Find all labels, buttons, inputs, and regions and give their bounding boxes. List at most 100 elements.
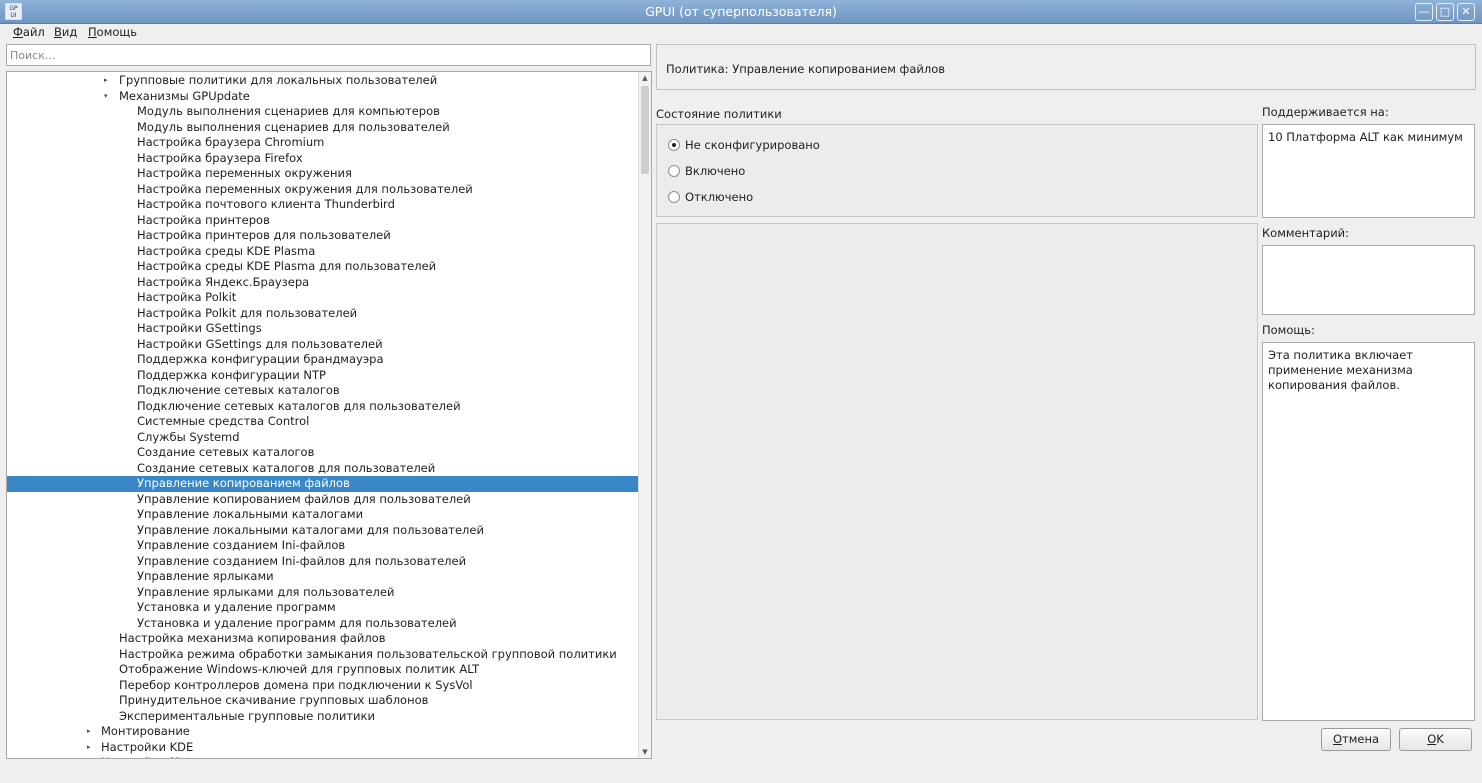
tree-item[interactable]: Настройка Яндекс.Браузера	[7, 275, 639, 291]
tree-item[interactable]: Настройка Polkit	[7, 290, 639, 306]
tree-item[interactable]: Управление ярлыками для пользователей	[7, 585, 639, 601]
tree-item[interactable]: Настройка механизма копирования файлов	[7, 631, 639, 647]
tree-item[interactable]: Создание сетевых каталогов	[7, 445, 639, 461]
tree-item[interactable]: Настройка почтового клиента Thunderbird	[7, 197, 639, 213]
tree-item[interactable]: ▸ Групповые политики для локальных пользо…	[7, 73, 639, 89]
tree-item[interactable]: Поддержка конфигурации брандмауэра	[7, 352, 639, 368]
tree-item-label: Создание сетевых каталогов для пользоват…	[137, 460, 436, 475]
tree-item[interactable]: Подключение сетевых каталогов для пользо…	[7, 399, 639, 415]
tree-item-label: Настройка среды KDE Plasma для пользоват…	[137, 259, 437, 273]
tree-scrollbar[interactable]: ▲ ▼	[638, 72, 651, 758]
radio-label: Отключено	[685, 190, 754, 204]
tree-item-label: Настройка режима обработки замыкания пол…	[119, 646, 617, 661]
tree-item-label: Настройка механизма копирования файлов	[119, 631, 386, 645]
tree-item[interactable]: ▾ Механизмы GPUpdate	[7, 89, 639, 105]
tree-item-label: Управление ярлыками	[137, 569, 274, 583]
tree-item[interactable]: Управление копированием файлов для польз…	[7, 492, 639, 508]
expanded-arrow-icon[interactable]: ▾	[104, 89, 108, 105]
tree-item-label: Установка и удаление программ для пользо…	[137, 615, 457, 630]
tree-item-label: Настройка браузера Chromium	[137, 135, 325, 149]
tree-item-label: Системные средства Control	[137, 414, 310, 428]
tree-item[interactable]: Системные средства Control	[7, 414, 639, 430]
help-box: Эта политика включает применение механиз…	[1262, 342, 1475, 721]
tree-item[interactable]: Настройка принтеров	[7, 213, 639, 229]
menu-help[interactable]: Помощь	[88, 25, 137, 39]
tree-item-label: Перебор контроллеров домена при подключе…	[119, 677, 473, 692]
tree-item[interactable]: Установка и удаление программ	[7, 600, 639, 616]
tree-item[interactable]: Управление созданием Ini-файлов для поль…	[7, 554, 639, 570]
tree-item[interactable]: Отображение Windows-ключей для групповых…	[7, 662, 639, 678]
tree-item[interactable]: Модуль выполнения сценариев для пользова…	[7, 120, 639, 136]
tree-item[interactable]: Управление локальными каталогами	[7, 507, 639, 523]
tree-item[interactable]: Модуль выполнения сценариев для компьюте…	[7, 104, 639, 120]
tree-item-label: Установка и удаление программ	[137, 600, 336, 614]
tree-item[interactable]: Настройка среды KDE Plasma	[7, 244, 639, 260]
tree-item[interactable]: Подключение сетевых каталогов	[7, 383, 639, 399]
cancel-button[interactable]: Отмена	[1321, 728, 1391, 751]
tree-item[interactable]: Настройка среды KDE Plasma для пользоват…	[7, 259, 639, 275]
window-title: GPUI (от суперпользователя)	[645, 4, 837, 19]
tree-item-label: Управление копированием файлов для польз…	[137, 491, 471, 506]
tree-item[interactable]: Настройка переменных окружения для польз…	[7, 182, 639, 198]
help-label: Помощь:	[1262, 323, 1315, 337]
maximize-button[interactable]: □	[1436, 3, 1454, 21]
tree-item[interactable]: Настройки GSettings	[7, 321, 639, 337]
radio-icon[interactable]	[668, 139, 680, 151]
tree-item-label: Подключение сетевых каталогов	[137, 383, 340, 397]
supported-box: 10 Платформа ALT как минимум	[1262, 124, 1475, 218]
comment-label: Комментарий:	[1262, 226, 1350, 240]
collapsed-arrow-icon[interactable]: ▸	[87, 755, 91, 758]
search-input[interactable]	[6, 44, 651, 66]
tree-item[interactable]: Настройка режима обработки замыкания пол…	[7, 647, 639, 663]
policy-tree[interactable]: ▸ Групповые политики для локальных пользо…	[6, 71, 652, 759]
tree-item[interactable]: Управление локальными каталогами для пол…	[7, 523, 639, 539]
tree-item-label: Настройки GSettings для пользователей	[137, 336, 383, 351]
radio-icon[interactable]	[668, 191, 680, 203]
tree-item[interactable]: Настройка браузера Chromium	[7, 135, 639, 151]
tree-item-label: Поддержка конфигурации NTP	[137, 367, 326, 382]
policy-title: Политика: Управление копированием файлов	[666, 62, 946, 76]
menu-file[interactable]: Файл	[13, 25, 45, 39]
radio-label: Включено	[685, 164, 746, 178]
radio-label: Не сконфигурировано	[685, 138, 820, 152]
tree-item[interactable]: Настройка браузера Firefox	[7, 151, 639, 167]
tree-item[interactable]: ▸ Монтирование	[7, 724, 639, 740]
tree-item-label: Отображение Windows-ключей для групповых…	[119, 662, 480, 676]
tree-item[interactable]: Создание сетевых каталогов для пользоват…	[7, 461, 639, 477]
tree-item-label: Механизмы GPUpdate	[119, 88, 250, 103]
tree-item[interactable]: Настройка переменных окружения	[7, 166, 639, 182]
tree-item-label: Настройка браузера Firefox	[137, 150, 303, 165]
collapsed-arrow-icon[interactable]: ▸	[87, 724, 91, 740]
minimize-button[interactable]: —	[1415, 3, 1433, 21]
menu-view[interactable]: Вид	[54, 25, 77, 39]
tree-item[interactable]: Управление копированием файлов	[7, 476, 639, 492]
ok-button[interactable]: OK	[1399, 728, 1472, 751]
collapsed-arrow-icon[interactable]: ▸	[104, 73, 108, 89]
supported-label: Поддерживается на:	[1262, 105, 1389, 119]
scrollbar-thumb[interactable]	[641, 86, 649, 174]
tree-item-label: Создание сетевых каталогов	[137, 445, 315, 459]
tree-item[interactable]: Управление ярлыками	[7, 569, 639, 585]
close-button[interactable]: ✕	[1457, 3, 1475, 21]
scroll-up-icon[interactable]: ▲	[639, 72, 651, 84]
tree-item[interactable]: Экспериментальные групповые политики	[7, 709, 639, 725]
tree-item[interactable]: Настройка Polkit для пользователей	[7, 306, 639, 322]
tree-item[interactable]: Управление созданием Ini-файлов	[7, 538, 639, 554]
comment-field[interactable]	[1262, 245, 1475, 315]
tree-item[interactable]: Установка и удаление программ для пользо…	[7, 616, 639, 632]
state-group: Не сконфигурировано Включено Отключено	[656, 124, 1258, 217]
tree-item[interactable]: Настройка принтеров для пользователей	[7, 228, 639, 244]
tree-item[interactable]: Перебор контроллеров домена при подключе…	[7, 678, 639, 694]
tree-item[interactable]: Службы Systemd	[7, 430, 639, 446]
tree-item[interactable]: Настройки GSettings для пользователей	[7, 337, 639, 353]
scroll-down-icon[interactable]: ▼	[639, 746, 651, 758]
tree-item[interactable]: Принудительное скачивание групповых шабл…	[7, 693, 639, 709]
collapsed-arrow-icon[interactable]: ▸	[87, 740, 91, 756]
radio-icon[interactable]	[668, 165, 680, 177]
tree-item[interactable]: ▸ Настройки KDE	[7, 740, 639, 756]
tree-item-label: Поддержка конфигурации брандмауэра	[137, 352, 384, 366]
tree-item[interactable]: ▸ Настройки Mate	[7, 755, 639, 758]
tree-item-label: Настройки GSettings	[137, 321, 262, 335]
tree-item-label: Настройки KDE	[101, 739, 194, 754]
tree-item[interactable]: Поддержка конфигурации NTP	[7, 368, 639, 384]
